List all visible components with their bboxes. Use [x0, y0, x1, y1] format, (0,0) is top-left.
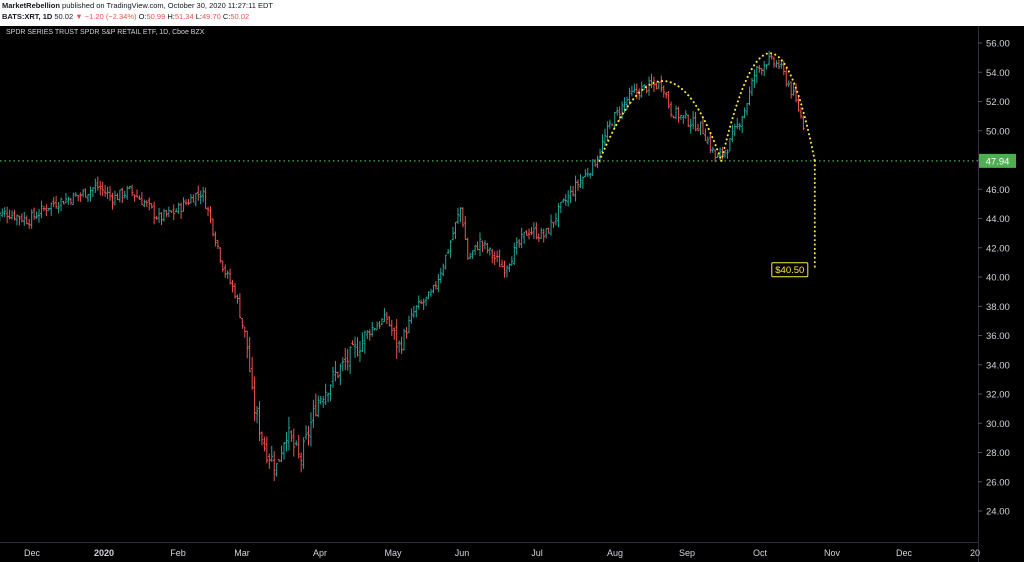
y-tick-label: 30.00	[986, 419, 1010, 430]
x-tick-label: 2020	[94, 548, 114, 558]
x-tick-label: Mar	[234, 548, 250, 558]
x-tick-label: Jun	[455, 548, 470, 558]
price-chart[interactable]: 24.00 26.00 28.00 30.00 32.00 34.00 36.00 38.00…	[0, 26, 1024, 562]
x-tick-label: Oct	[753, 548, 768, 558]
y-tick-label: 56.00	[986, 39, 1010, 50]
ohlc-readout: BATS:XRT, 1D 50.02 ▼ −1.20 (−2.34%) O:50…	[2, 11, 249, 22]
chart-title: SPDR SERIES TRUST SPDR S&P RETAIL ETF, 1…	[6, 29, 205, 36]
change-arrow-icon: ▼	[75, 12, 83, 21]
published-text: published on TradingView.com, October 30…	[62, 1, 273, 10]
y-tick-label: 32.00	[986, 390, 1010, 401]
y-tick-label: 52.00	[986, 97, 1010, 108]
low-value: 49.70	[202, 12, 221, 21]
y-tick-label: 26.00	[986, 477, 1010, 488]
x-tick-label: Nov	[824, 548, 841, 558]
y-tick-label: 36.00	[986, 331, 1010, 342]
y-tick-label: 44.00	[986, 214, 1010, 225]
y-tick-label: 54.00	[986, 68, 1010, 79]
x-tick-label: Sep	[679, 548, 695, 558]
open-label: O:	[138, 12, 147, 21]
x-tick-label: Dec	[24, 548, 41, 558]
publish-header: MarketRebellion published on TradingView…	[0, 0, 1024, 26]
target-label: $40.50	[775, 265, 804, 276]
symbol-interval: BATS:XRT, 1D	[2, 12, 53, 21]
close-value: 50.02	[230, 12, 250, 21]
neckline-price-label: 47.94	[986, 156, 1010, 167]
chart-background	[0, 26, 1024, 562]
y-tick-label: 38.00	[986, 302, 1010, 313]
y-tick-label: 34.00	[986, 360, 1010, 371]
x-tick-label: Aug	[607, 548, 623, 558]
y-tick-label: 46.00	[986, 185, 1010, 196]
y-tick-label: 42.00	[986, 243, 1010, 254]
publish-info: MarketRebellion published on TradingView…	[2, 0, 273, 11]
x-tick-label: Dec	[896, 548, 913, 558]
x-tick-label: Feb	[170, 548, 186, 558]
y-tick-label: 50.00	[986, 126, 1010, 137]
y-tick-label: 28.00	[986, 448, 1010, 459]
last-price: 50.02	[54, 12, 74, 21]
x-tick-label: Apr	[313, 548, 327, 558]
high-value: 51.34	[174, 12, 194, 21]
x-tick-label: 20	[970, 548, 980, 558]
y-tick-label: 24.00	[986, 507, 1010, 518]
publisher-name[interactable]: MarketRebellion	[2, 1, 60, 10]
x-tick-label: Jul	[531, 548, 543, 558]
y-tick-label: 40.00	[986, 273, 1010, 284]
high-label: H:	[167, 12, 175, 21]
price-change: −1.20 (−2.34%)	[84, 12, 137, 21]
open-value: 50.99	[146, 12, 166, 21]
x-tick-label: May	[384, 548, 402, 558]
